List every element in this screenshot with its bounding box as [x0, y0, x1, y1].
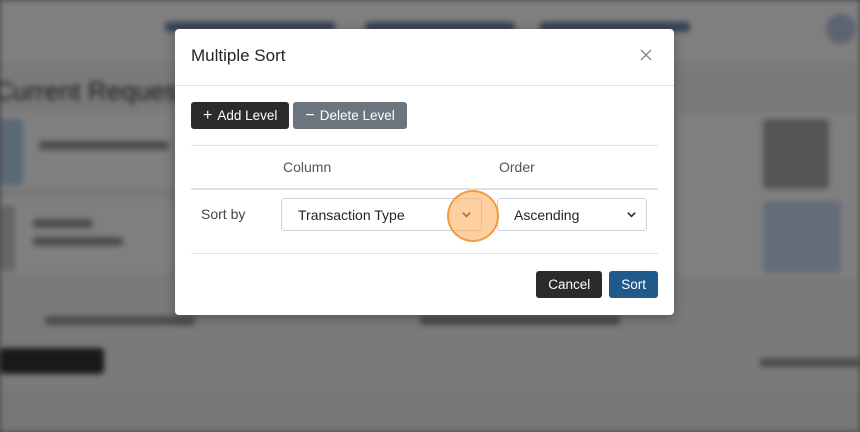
column-header: Column: [283, 159, 332, 175]
chevron-down-icon: [462, 212, 471, 218]
sort-by-label: Sort by: [201, 206, 246, 222]
column-select[interactable]: Transaction Type: [281, 198, 482, 231]
sort-levels-table: Column Order Sort by Transaction Type As…: [191, 145, 658, 254]
modal-header: Multiple Sort: [175, 29, 674, 86]
cancel-button[interactable]: Cancel: [536, 271, 603, 298]
order-select[interactable]: Ascending: [497, 198, 647, 231]
delete-level-label: Delete Level: [319, 108, 395, 123]
level-buttons: + Add Level − Delete Level: [191, 102, 658, 129]
multiple-sort-modal: Multiple Sort + Add Level − Delete Level…: [175, 29, 674, 315]
plus-icon: +: [203, 106, 213, 124]
column-select-value: Transaction Type: [298, 206, 405, 223]
delete-level-button[interactable]: − Delete Level: [293, 102, 407, 129]
order-header: Order: [499, 159, 535, 175]
modal-body: + Add Level − Delete Level Column Order …: [191, 102, 658, 254]
table-header-row: Column Order: [191, 145, 658, 190]
order-select-value: Ascending: [514, 206, 580, 223]
sort-level-row: Sort by Transaction Type Ascending: [191, 190, 658, 254]
close-icon: [640, 49, 652, 61]
chevron-down-icon: [627, 212, 636, 218]
minus-icon: −: [305, 106, 315, 124]
footer-buttons: Cancel Sort: [536, 271, 658, 298]
modal-title: Multiple Sort: [191, 46, 286, 65]
add-level-label: Add Level: [217, 108, 278, 123]
add-level-button[interactable]: + Add Level: [191, 102, 290, 129]
sort-button[interactable]: Sort: [609, 271, 658, 298]
close-button[interactable]: [634, 43, 658, 67]
modal-footer: Cancel Sort: [175, 255, 674, 315]
